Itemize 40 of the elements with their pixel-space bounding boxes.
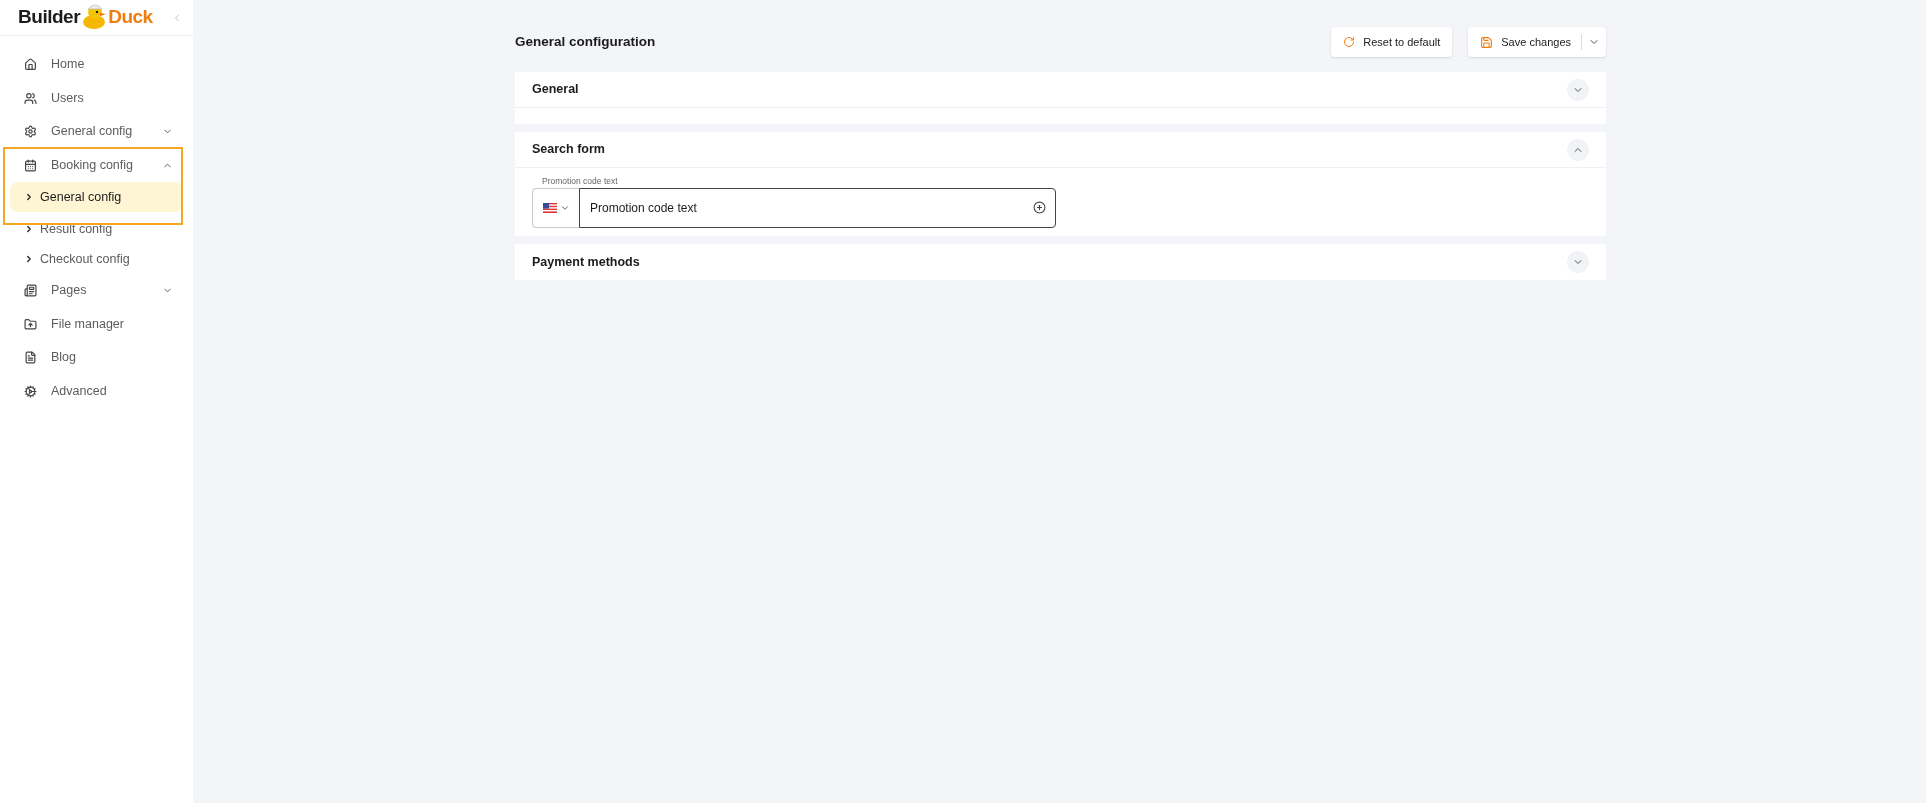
- home-icon: [24, 58, 37, 72]
- save-icon: [1480, 35, 1494, 49]
- caret-icon: [559, 203, 570, 213]
- toggle-button[interactable]: [1567, 138, 1589, 161]
- cog-icon: [24, 384, 37, 398]
- chevron-right-icon: [24, 192, 34, 202]
- calendar-icon: [24, 158, 37, 172]
- save-button[interactable]: Save changes: [1468, 27, 1606, 57]
- section-title: General: [532, 81, 579, 99]
- chevron-right-icon: [24, 224, 34, 234]
- logo-text: Duck: [108, 5, 153, 30]
- section-title: Search form: [532, 141, 605, 159]
- sidebar-item[interactable]: Home: [10, 48, 183, 82]
- toggle-button[interactable]: [1567, 251, 1589, 273]
- reset-icon: [1343, 36, 1356, 48]
- chevron-right-icon: [24, 254, 34, 264]
- sidebar-item[interactable]: Advanced: [10, 374, 183, 408]
- sidebar-item[interactable]: Pages: [10, 274, 183, 308]
- folder-icon: [24, 317, 37, 331]
- flag-icon: [542, 203, 557, 213]
- settings-icon: [24, 125, 37, 139]
- toggle-button[interactable]: [1567, 78, 1589, 101]
- sidebar-item[interactable]: Users: [10, 81, 183, 115]
- page-title: General configuration: [515, 32, 656, 51]
- section-title: Payment methods: [532, 253, 640, 271]
- reset-button[interactable]: Reset to default: [1331, 27, 1453, 57]
- sidebar-subitem[interactable]: Checkout config: [10, 244, 183, 274]
- document-icon: [24, 351, 37, 365]
- sidebar-item[interactable]: Booking config: [10, 148, 183, 182]
- sidebar-item[interactable]: File manager: [10, 307, 183, 341]
- field-label: Promotion code text: [541, 176, 619, 187]
- layout-icon: [24, 284, 37, 298]
- users-icon: [24, 91, 37, 105]
- sidebar-item[interactable]: General config: [10, 115, 183, 149]
- sidebar-subitem[interactable]: General config: [10, 182, 183, 212]
- sidebar-item[interactable]: Blog: [10, 341, 183, 375]
- duck-icon: [81, 1, 108, 30]
- logo-text: Builder: [18, 5, 81, 30]
- add-icon[interactable]: [1033, 201, 1046, 214]
- text-input[interactable]: Promotion code text: [579, 188, 1056, 228]
